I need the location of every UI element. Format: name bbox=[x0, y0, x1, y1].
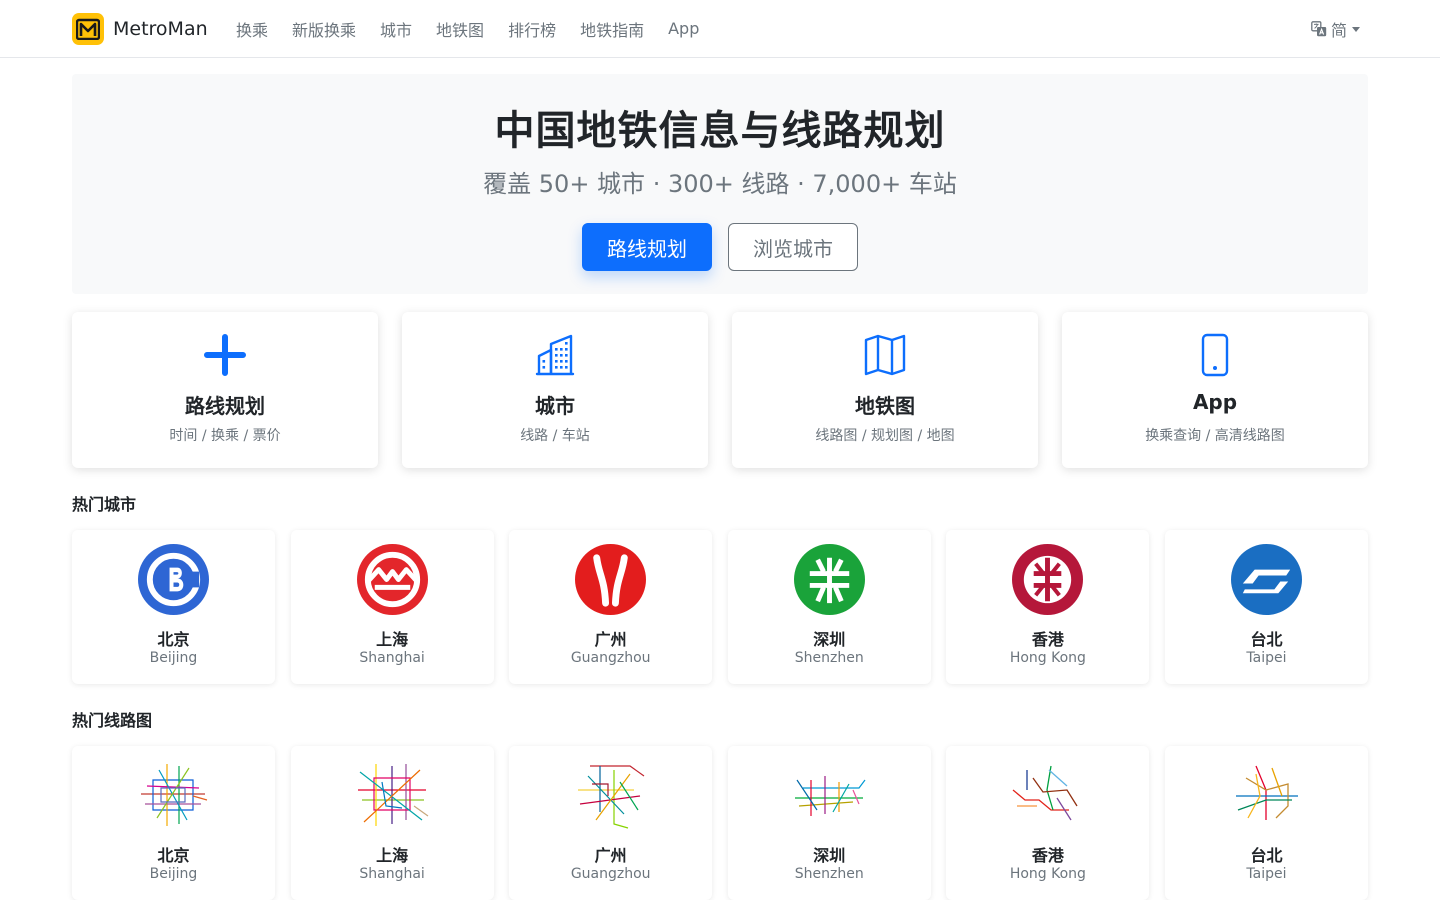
nav-link-app[interactable]: App bbox=[656, 19, 711, 38]
brand-name: MetroMan bbox=[113, 18, 208, 40]
hot-cities-grid: 北京 Beijing 上海 Shanghai 广州 Guangzhou 深圳 S… bbox=[72, 530, 1368, 684]
beijing-metro-map-thumbnail bbox=[141, 764, 208, 826]
city-name: 广州 bbox=[594, 630, 627, 649]
city-name: 深圳 bbox=[813, 630, 846, 649]
browse-cities-button[interactable]: 浏览城市 bbox=[728, 223, 858, 271]
feature-cards: 路线规划 时间 / 换乘 / 票价 城市 线路 / 车站 地铁图 线路图 / 规… bbox=[72, 312, 1368, 468]
map-card-shenzhen[interactable]: 深圳 Shenzhen bbox=[727, 746, 931, 900]
city-card-hong-kong[interactable]: 香港 Hong Kong bbox=[946, 530, 1150, 684]
city-name-en: Hong Kong bbox=[1009, 866, 1086, 882]
feature-subtitle: 时间 / 换乘 / 票价 bbox=[169, 428, 281, 444]
guangzhou-metro-logo-icon bbox=[575, 544, 647, 615]
map-card-shanghai[interactable]: 上海 Shanghai bbox=[290, 746, 494, 900]
map-card-hong-kong[interactable]: 香港 Hong Kong bbox=[946, 746, 1150, 900]
city-name-en: Shenzhen bbox=[794, 866, 864, 882]
city-card-beijing[interactable]: 北京 Beijing bbox=[72, 530, 275, 684]
guangzhou-metro-map-thumbnail bbox=[578, 765, 645, 829]
brand[interactable]: MetroMan bbox=[72, 13, 208, 45]
map-icon bbox=[864, 334, 906, 376]
city-name: 北京 bbox=[157, 630, 190, 649]
translate-icon bbox=[1311, 21, 1327, 37]
city-name-en: Beijing bbox=[149, 866, 198, 882]
city-card-shanghai[interactable]: 上海 Shanghai bbox=[290, 530, 494, 684]
hero-subtitle: 覆盖 50+ 城市 · 300+ 线路 · 7,000+ 车站 bbox=[483, 170, 957, 198]
shanghai-metro-logo-icon bbox=[356, 544, 428, 615]
city-card-taipei[interactable]: 台北 Taipei bbox=[1164, 530, 1368, 684]
feature-subtitle: 换乘查询 / 高清线路图 bbox=[1145, 428, 1285, 444]
city-name-en: Shanghai bbox=[359, 650, 425, 666]
city-name: 香港 bbox=[1031, 846, 1064, 865]
city-name: 广州 bbox=[594, 846, 627, 865]
nav-link-guide[interactable]: 地铁指南 bbox=[568, 17, 656, 41]
nav-link-metro-map[interactable]: 地铁图 bbox=[424, 17, 496, 41]
city-name: 台北 bbox=[1250, 630, 1283, 649]
city-name-en: Guangzhou bbox=[570, 866, 651, 882]
map-card-guangzhou[interactable]: 广州 Guangzhou bbox=[509, 746, 713, 900]
feature-card-app[interactable]: App 换乘查询 / 高清线路图 bbox=[1062, 312, 1368, 468]
hot-maps-heading: 热门线路图 bbox=[72, 711, 153, 730]
language-label: 简 bbox=[1330, 21, 1347, 40]
mtr-logo-icon bbox=[1012, 544, 1084, 615]
hero-buttons: 路线规划 浏览城市 bbox=[72, 223, 1368, 271]
city-name-en: Beijing bbox=[149, 650, 198, 666]
city-name: 香港 bbox=[1031, 630, 1064, 649]
hot-cities-heading: 热门城市 bbox=[72, 495, 137, 514]
hero-title: 中国地铁信息与线路规划 bbox=[494, 108, 946, 154]
city-name-en: Shenzhen bbox=[794, 650, 864, 666]
phone-icon bbox=[1201, 333, 1229, 377]
language-dropdown[interactable]: 简 bbox=[1311, 18, 1360, 40]
feature-card-metro-map[interactable]: 地铁图 线路图 / 规划图 / 地图 bbox=[732, 312, 1038, 468]
city-name-en: Taipei bbox=[1246, 650, 1287, 666]
caret-down-icon bbox=[1352, 26, 1360, 32]
route-planning-button[interactable]: 路线规划 bbox=[582, 223, 712, 271]
city-name-en: Guangzhou bbox=[570, 650, 651, 666]
nav-links: 换乘 新版换乘 城市 地铁图 排行榜 地铁指南 App bbox=[224, 0, 711, 57]
feature-card-route-planning[interactable]: 路线规划 时间 / 换乘 / 票价 bbox=[72, 312, 378, 468]
hot-maps-grid: 北京 Beijing 上海 Shanghai 广州 Guangzhou 深圳 S… bbox=[72, 746, 1368, 900]
feature-card-cities[interactable]: 城市 线路 / 车站 bbox=[402, 312, 708, 468]
city-card-guangzhou[interactable]: 广州 Guangzhou bbox=[509, 530, 713, 684]
shanghai-metro-map-thumbnail bbox=[357, 764, 428, 826]
feature-title: App bbox=[1192, 390, 1238, 414]
taipei-metro-map-thumbnail bbox=[1235, 765, 1298, 820]
nav-link-ranking[interactable]: 排行榜 bbox=[496, 17, 568, 41]
metroman-logo-icon bbox=[72, 13, 104, 45]
city-name: 上海 bbox=[376, 846, 409, 865]
city-name: 深圳 bbox=[813, 846, 846, 865]
navbar: MetroMan 换乘 新版换乘 城市 地铁图 排行榜 地铁指南 App 简 bbox=[0, 0, 1440, 58]
city-name: 北京 bbox=[157, 846, 190, 865]
plus-icon bbox=[204, 334, 246, 376]
city-name-en: Hong Kong bbox=[1009, 650, 1086, 666]
nav-link-cities[interactable]: 城市 bbox=[368, 17, 424, 41]
city-name: 台北 bbox=[1250, 846, 1283, 865]
shenzhen-metro-logo-icon bbox=[793, 544, 865, 615]
shenzhen-metro-map-thumbnail bbox=[794, 776, 866, 816]
city-name: 上海 bbox=[376, 630, 409, 649]
feature-title: 城市 bbox=[535, 394, 575, 418]
nav-link-new-transfer[interactable]: 新版换乘 bbox=[280, 17, 368, 41]
feature-subtitle: 线路图 / 规划图 / 地图 bbox=[815, 428, 955, 444]
feature-title: 地铁图 bbox=[855, 394, 915, 418]
beijing-subway-logo-icon bbox=[138, 544, 209, 615]
city-card-shenzhen[interactable]: 深圳 Shenzhen bbox=[727, 530, 931, 684]
feature-subtitle: 线路 / 车站 bbox=[520, 428, 590, 444]
city-name-en: Taipei bbox=[1246, 866, 1287, 882]
map-card-taipei[interactable]: 台北 Taipei bbox=[1164, 746, 1368, 900]
nav-link-transfer[interactable]: 换乘 bbox=[224, 17, 280, 41]
feature-title: 路线规划 bbox=[185, 394, 265, 418]
city-name-en: Shanghai bbox=[359, 866, 425, 882]
map-card-beijing[interactable]: 北京 Beijing bbox=[72, 746, 275, 900]
hero: 中国地铁信息与线路规划 覆盖 50+ 城市 · 300+ 线路 · 7,000+… bbox=[72, 74, 1368, 294]
buildings-icon bbox=[535, 334, 575, 376]
taipei-metro-logo-icon bbox=[1230, 544, 1302, 615]
hong-kong-metro-map-thumbnail bbox=[1012, 765, 1078, 821]
